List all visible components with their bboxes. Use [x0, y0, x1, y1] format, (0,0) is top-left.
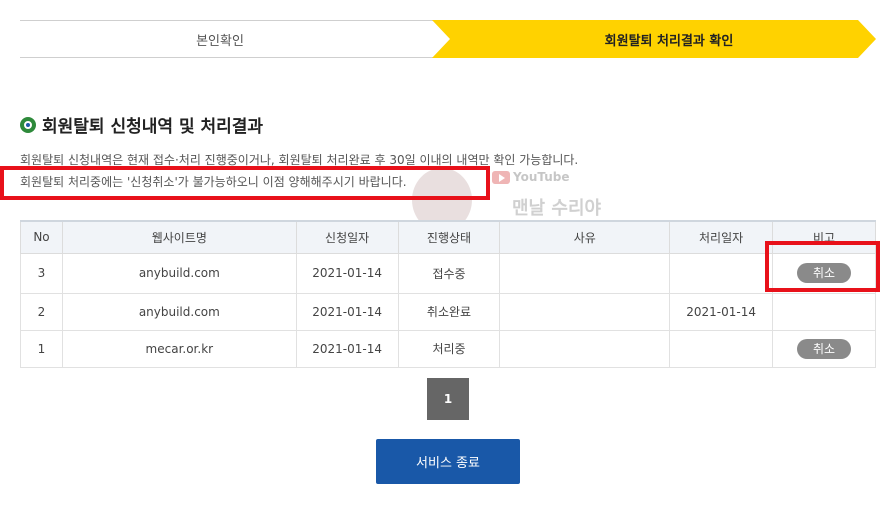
step-identity-verification: 본인확인 — [20, 20, 450, 58]
step-label: 회원탈퇴 처리결과 확인 — [604, 33, 734, 49]
cell-status: 처리중 — [397, 329, 501, 368]
cell-reason — [499, 292, 671, 331]
withdrawal-history-table: No 웹사이트명 신청일자 진행상태 사유 처리일자 비고 3 anybuild… — [20, 220, 876, 368]
cell-status: 접수중 — [397, 252, 501, 294]
column-header-reason: 사유 — [499, 220, 671, 254]
table-row: 2 anybuild.com 2021-01-14 취소완료 2021-01-1… — [20, 292, 876, 331]
highlight-box-cancel — [765, 241, 880, 292]
watermark-youtube-text: YouTube — [513, 170, 570, 184]
cell-processed — [669, 252, 774, 294]
cell-note: 취소 — [772, 329, 876, 368]
youtube-play-icon — [492, 170, 510, 184]
cell-reason — [499, 252, 671, 294]
column-header-date: 신청일자 — [295, 220, 399, 254]
cell-no: 2 — [20, 292, 63, 331]
table-row: 1 mecar.or.kr 2021-01-14 처리중 취소 — [20, 329, 876, 368]
step-result-confirmation: 회원탈퇴 처리결과 확인 — [432, 20, 876, 58]
cell-processed — [669, 329, 774, 368]
cell-site: anybuild.com — [61, 252, 297, 294]
table-row: 3 anybuild.com 2021-01-14 접수중 취소 — [20, 252, 876, 294]
cell-date: 2021-01-14 — [295, 292, 399, 331]
column-header-processed: 처리일자 — [669, 220, 774, 254]
column-header-no: No — [20, 220, 63, 254]
column-header-status: 진행상태 — [397, 220, 501, 254]
highlight-box-notice — [0, 166, 490, 200]
cell-note — [772, 292, 876, 331]
cell-site: mecar.or.kr — [61, 329, 297, 368]
cancel-request-button[interactable]: 취소 — [797, 338, 852, 359]
end-service-button[interactable]: 서비스 종료 — [376, 439, 520, 484]
watermark-channel-name: 맨날 수리야 — [512, 198, 602, 219]
step-label: 본인확인 — [196, 33, 244, 49]
cell-reason — [499, 329, 671, 368]
section-title: 회원탈퇴 신청내역 및 처리결과 — [42, 117, 264, 137]
cell-date: 2021-01-14 — [295, 329, 399, 368]
cell-processed: 2021-01-14 — [669, 292, 774, 331]
table-header-row: No 웹사이트명 신청일자 진행상태 사유 처리일자 비고 — [20, 220, 876, 254]
step-progress-bar: 본인확인 회원탈퇴 처리결과 확인 — [20, 20, 876, 58]
cell-status: 취소완료 — [397, 292, 501, 331]
cell-no: 1 — [20, 329, 63, 368]
bullet-circle-icon — [20, 116, 36, 133]
column-header-site: 웹사이트명 — [61, 220, 297, 254]
cell-no: 3 — [20, 252, 63, 294]
cell-site: anybuild.com — [61, 292, 297, 331]
section-header: 회원탈퇴 신청내역 및 처리결과 — [20, 112, 263, 137]
pagination-current-page[interactable]: 1 — [427, 378, 469, 420]
cell-date: 2021-01-14 — [295, 252, 399, 294]
